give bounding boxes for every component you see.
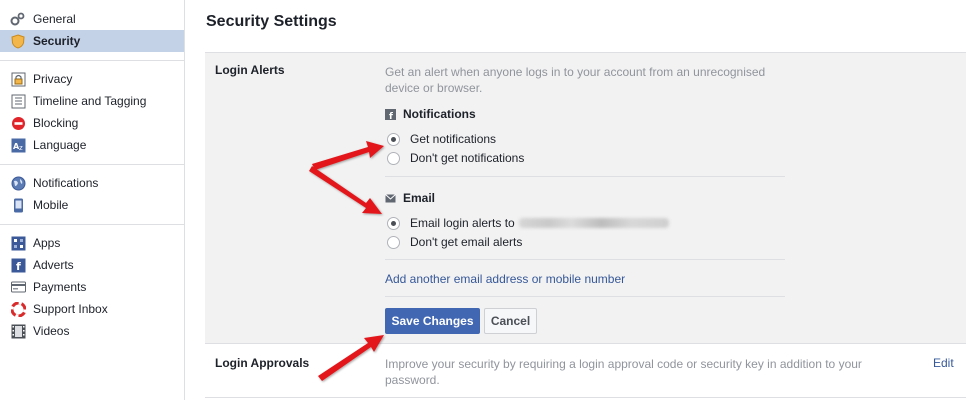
sidebar-item-mobile[interactable]: Mobile	[0, 194, 184, 216]
get-notifications-radio[interactable]	[387, 132, 400, 146]
notifications-heading-label: Notifications	[403, 107, 476, 121]
section-divider	[205, 397, 966, 398]
facebook-icon: f	[385, 108, 396, 120]
login-approvals-edit-link[interactable]: Edit	[933, 356, 954, 370]
notifications-heading: f Notifications	[385, 107, 476, 121]
sidebar-item-payments[interactable]: Payments	[0, 276, 184, 298]
login-approvals-title: Login Approvals	[215, 356, 310, 370]
save-changes-button[interactable]: Save Changes	[385, 308, 480, 334]
sidebar-item-adverts[interactable]: f Adverts	[0, 254, 184, 276]
svg-text:f: f	[16, 260, 21, 273]
settings-sidebar: General Security Privacy Timeline and Ta…	[0, 0, 185, 400]
dont-get-email-alerts-radio[interactable]	[387, 235, 400, 249]
sidebar-item-label: Notifications	[33, 176, 99, 190]
login-approvals-description: Improve your security by requiring a log…	[385, 357, 862, 387]
email-heading: Email	[385, 191, 435, 205]
radio-label: Get notifications	[410, 132, 497, 146]
sidebar-item-videos[interactable]: Videos	[0, 320, 184, 342]
radio-label: Don't get notifications	[410, 151, 525, 165]
adverts-icon: f	[10, 257, 26, 273]
settings-main: Security Settings Login Alerts Get an al…	[205, 0, 971, 400]
sidebar-item-label: Videos	[33, 324, 70, 338]
login-alerts-description: Get an alert when anyone logs in to your…	[385, 65, 766, 95]
login-alerts-title: Login Alerts	[215, 63, 285, 77]
blocking-icon	[10, 115, 26, 131]
sidebar-group-apps: Apps f Adverts Payments Support Inbox Vi…	[0, 225, 184, 350]
section-divider	[385, 176, 785, 177]
sidebar-item-general[interactable]: General	[0, 8, 184, 30]
cancel-button[interactable]: Cancel	[484, 308, 537, 334]
dont-get-notifications-option[interactable]: Don't get notifications	[387, 149, 524, 167]
sidebar-group-account: General Security	[0, 0, 184, 61]
sidebar-item-label: Support Inbox	[33, 302, 108, 316]
shield-icon	[10, 33, 26, 49]
svg-text:z: z	[19, 144, 23, 152]
sidebar-item-blocking[interactable]: Blocking	[0, 112, 184, 134]
add-contact-link[interactable]: Add another email address or mobile numb…	[385, 272, 625, 286]
sidebar-item-label: Adverts	[33, 258, 74, 272]
email-heading-label: Email	[403, 191, 436, 205]
sidebar-item-label: General	[33, 12, 76, 26]
email-login-alerts-radio[interactable]	[387, 216, 400, 230]
language-icon: Az	[10, 137, 26, 153]
get-notifications-option[interactable]: Get notifications	[387, 130, 496, 148]
film-icon	[10, 323, 26, 339]
sidebar-item-notifications[interactable]: Notifications	[0, 172, 184, 194]
radio-label: Don't get email alerts	[410, 235, 523, 249]
sidebar-item-label: Privacy	[33, 72, 73, 86]
radio-label: Email login alerts to	[410, 216, 515, 230]
sidebar-item-security[interactable]: Security	[0, 30, 184, 52]
payments-icon	[10, 279, 26, 295]
dont-get-email-alerts-option[interactable]: Don't get email alerts	[387, 233, 522, 251]
svg-text:f: f	[389, 112, 393, 120]
sidebar-item-timeline-and-tagging[interactable]: Timeline and Tagging	[0, 90, 184, 112]
apps-icon	[10, 235, 26, 251]
sidebar-group-privacy: Privacy Timeline and Tagging Blocking Az…	[0, 61, 184, 165]
mobile-icon	[10, 197, 26, 213]
sidebar-group-notifications: Notifications Mobile	[0, 165, 184, 225]
sidebar-item-apps[interactable]: Apps	[0, 232, 184, 254]
sidebar-item-label: Mobile	[33, 198, 69, 212]
section-divider	[385, 296, 785, 297]
envelope-icon	[385, 193, 396, 204]
sidebar-item-label: Blocking	[33, 116, 79, 130]
sidebar-item-language[interactable]: Az Language	[0, 134, 184, 156]
sidebar-item-label: Security	[33, 34, 81, 48]
section-divider	[385, 259, 785, 260]
globe-icon	[10, 175, 26, 191]
redacted-email	[518, 218, 669, 228]
sidebar-item-support-inbox[interactable]: Support Inbox	[0, 298, 184, 320]
sidebar-item-label: Apps	[33, 236, 61, 250]
sidebar-item-label: Language	[33, 138, 87, 152]
gears-icon	[10, 11, 26, 27]
email-login-alerts-option[interactable]: Email login alerts to	[387, 214, 669, 232]
page-title: Security Settings	[206, 13, 337, 30]
dont-get-notifications-radio[interactable]	[387, 151, 400, 165]
login-alerts-panel: Login Alerts Get an alert when anyone lo…	[205, 52, 966, 344]
sidebar-item-privacy[interactable]: Privacy	[0, 68, 184, 90]
lock-icon	[10, 71, 26, 87]
lifebuoy-icon	[10, 301, 26, 317]
timeline-icon	[10, 93, 26, 109]
sidebar-item-label: Timeline and Tagging	[33, 94, 147, 108]
sidebar-item-label: Payments	[33, 280, 87, 294]
